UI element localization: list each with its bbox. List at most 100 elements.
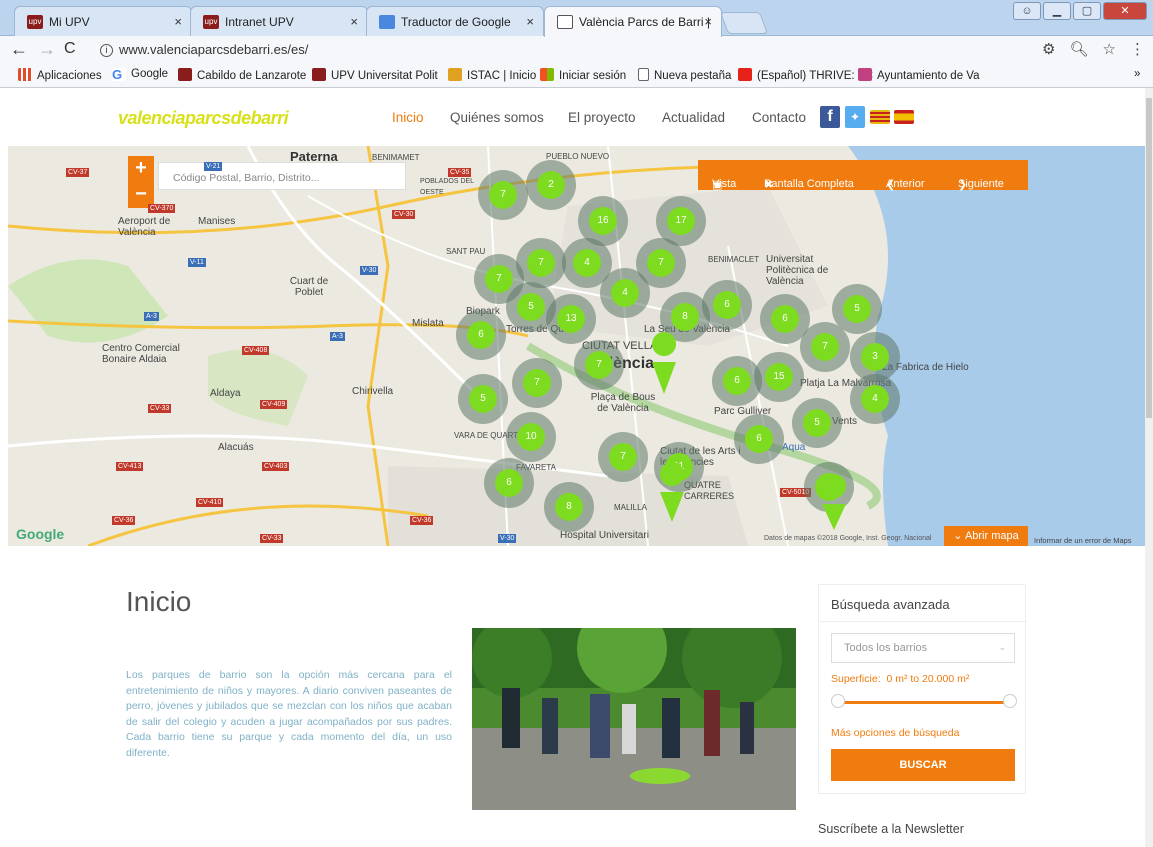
park-cluster-marker[interactable]: 8 (660, 292, 710, 342)
star-icon[interactable]: ☆ (1103, 40, 1116, 58)
park-cluster-marker[interactable]: 4 (850, 374, 900, 424)
search-button[interactable]: BUSCAR (831, 749, 1015, 781)
park-cluster-marker[interactable]: 7 (598, 432, 648, 482)
bookmark-ayuntamiento[interactable]: Ayuntamiento de Va (858, 68, 980, 82)
road-tag: CV-33 (148, 404, 172, 413)
page-scrollbar[interactable] (1145, 88, 1153, 847)
intro-paragraph: Los parques de barrio son la opción más … (126, 669, 452, 759)
close-window-icon[interactable]: ✕ (1103, 2, 1147, 20)
park-cluster-marker[interactable]: 5 (458, 374, 508, 424)
more-search-options-link[interactable]: Más opciones de búsqueda (831, 727, 959, 739)
park-cluster-marker[interactable]: 6 (456, 310, 506, 360)
bookmark-apps[interactable]: Aplicaciones (18, 68, 102, 82)
park-cluster-marker[interactable]: 2 (526, 160, 576, 210)
neighbourhood-select[interactable]: Todos los barrios ⌄ (831, 633, 1015, 663)
map-label: POBLADOS DEL OESTE (420, 178, 474, 196)
tab-valencia-parcs[interactable]: València Parcs de Barri | × (544, 6, 722, 37)
park-cluster-marker[interactable]: 10 (506, 412, 556, 462)
close-tab-icon[interactable]: × (174, 14, 182, 29)
nav-quienes-somos[interactable]: Quiénes somos (450, 110, 544, 125)
bookmark-upv[interactable]: UPV Universitat Polit (312, 68, 438, 82)
google-translate-icon (379, 15, 395, 29)
map-label: Cuart de Poblet (289, 276, 329, 298)
park-cluster-marker[interactable]: 4 (600, 268, 650, 318)
minimize-icon[interactable]: ▁ (1043, 2, 1071, 20)
nav-inicio[interactable]: Inicio (392, 110, 424, 125)
profile-icon[interactable]: ☺ (1013, 2, 1041, 20)
nav-actualidad[interactable]: Actualidad (662, 110, 725, 125)
bookmarks-overflow-icon[interactable]: » (1134, 68, 1140, 80)
tab-intranet-upv[interactable]: upv Intranet UPV × (190, 6, 368, 36)
map-attribution: Datos de mapas ©2018 Google, Inst. Geogr… (764, 535, 932, 542)
maximize-icon[interactable]: ▢ (1073, 2, 1101, 20)
bookmark-thrive[interactable]: (Español) THRIVE: ¿C (738, 68, 873, 82)
surface-slider-track[interactable] (837, 701, 1011, 704)
park-cluster-marker[interactable]: 9 (804, 462, 854, 512)
back-arrow-icon[interactable]: ← (10, 38, 28, 60)
park-cluster-marker[interactable]: 6 (760, 294, 810, 344)
park-cluster-marker[interactable]: 7 (516, 238, 566, 288)
twitter-icon[interactable]: ✦ (845, 106, 865, 128)
road-tag: CV-33 (260, 534, 284, 543)
bookmark-iniciar-sesion[interactable]: Iniciar sesión (540, 68, 626, 82)
surface-slider-max-handle[interactable] (1003, 694, 1017, 708)
facebook-icon[interactable]: f (820, 106, 840, 128)
close-tab-icon[interactable]: × (704, 14, 712, 29)
report-map-error-link[interactable]: Informar de un error de Maps (1034, 536, 1132, 545)
park-cluster-marker[interactable]: 7 (478, 170, 528, 220)
map-search-input[interactable]: Código Postal, Barrio, Distrito... (158, 162, 406, 190)
document-icon (557, 15, 573, 29)
chevron-down-icon: ⌄ (953, 530, 965, 542)
bookmark-google[interactable]: G Google (112, 68, 168, 81)
park-photo-image (472, 628, 796, 810)
zoom-icon[interactable]: 🔍︎ (1070, 40, 1089, 58)
park-cluster-marker[interactable]: 7 (574, 340, 624, 390)
park-cluster-marker[interactable]: 6 (484, 458, 534, 508)
menu-dots-icon[interactable]: ⋮ (1130, 40, 1145, 58)
map-label: Alacuás (218, 442, 254, 453)
nav-contacto[interactable]: Contacto (752, 110, 806, 125)
site-header: valenciaparcsdebarri Inicio Quiénes somo… (0, 88, 1153, 146)
forward-arrow-icon[interactable]: → (38, 38, 56, 60)
scrollbar-thumb[interactable] (1146, 98, 1152, 418)
bookmark-nueva-pestana[interactable]: Nueva pestaña (638, 68, 731, 82)
site-logo[interactable]: valenciaparcsdebarri (118, 108, 289, 129)
address-bar[interactable]: i www.valenciaparcsdebarri.es/es/ (90, 39, 1058, 61)
tab-mi-upv[interactable]: upv Mi UPV × (14, 6, 192, 36)
translate-icon[interactable]: ⚙ (1042, 40, 1055, 58)
tab-traductor-google[interactable]: Traductor de Google × (366, 6, 544, 36)
park-cluster-marker[interactable]: 8 (544, 482, 594, 532)
bookmark-istac[interactable]: ISTAC | Inicio (448, 68, 536, 82)
nav-el-proyecto[interactable]: El proyecto (568, 110, 636, 125)
park-cluster-marker[interactable]: 13 (546, 294, 596, 344)
park-cluster-marker[interactable]: 7 (512, 358, 562, 408)
road-tag: CV-370 (148, 204, 176, 213)
road-tag: CV-413 (116, 462, 144, 471)
road-tag: V-30 (498, 534, 517, 543)
newsletter-heading: Suscríbete a la Newsletter (818, 822, 964, 836)
park-cluster-marker[interactable]: 5 (792, 398, 842, 448)
park-cluster-marker[interactable]: 6 (702, 280, 752, 330)
bookmark-cabildo[interactable]: Cabildo de Lanzarote (178, 68, 306, 82)
park-cluster-marker[interactable]: 11 (654, 442, 704, 492)
map-label: Aeroport de València (118, 216, 171, 238)
new-tab-button[interactable] (719, 12, 769, 34)
road-tag: A-3 (330, 332, 345, 341)
close-tab-icon[interactable]: × (526, 14, 534, 29)
flag-spanish-icon[interactable] (894, 110, 914, 124)
divider (819, 621, 1027, 622)
site-info-icon[interactable]: i (100, 44, 113, 57)
park-cluster-marker[interactable]: 6 (734, 414, 784, 464)
parks-map[interactable]: + − Código Postal, Barrio, Distrito... ▣… (8, 146, 1145, 546)
park-cluster-marker[interactable]: 15 (754, 352, 804, 402)
bookmark-icon (178, 68, 192, 81)
map-label: Manises (198, 216, 236, 227)
zoom-in-button[interactable]: + (128, 156, 154, 182)
open-map-button[interactable]: ⌄ Abrir mapa (944, 526, 1028, 546)
reload-icon[interactable]: C (64, 38, 76, 60)
flag-valencian-icon[interactable] (870, 110, 890, 124)
surface-slider-min-handle[interactable] (831, 694, 845, 708)
map-label: BENIMAMET (372, 153, 420, 162)
close-tab-icon[interactable]: × (350, 14, 358, 29)
park-cluster-marker[interactable]: 5 (832, 284, 882, 334)
